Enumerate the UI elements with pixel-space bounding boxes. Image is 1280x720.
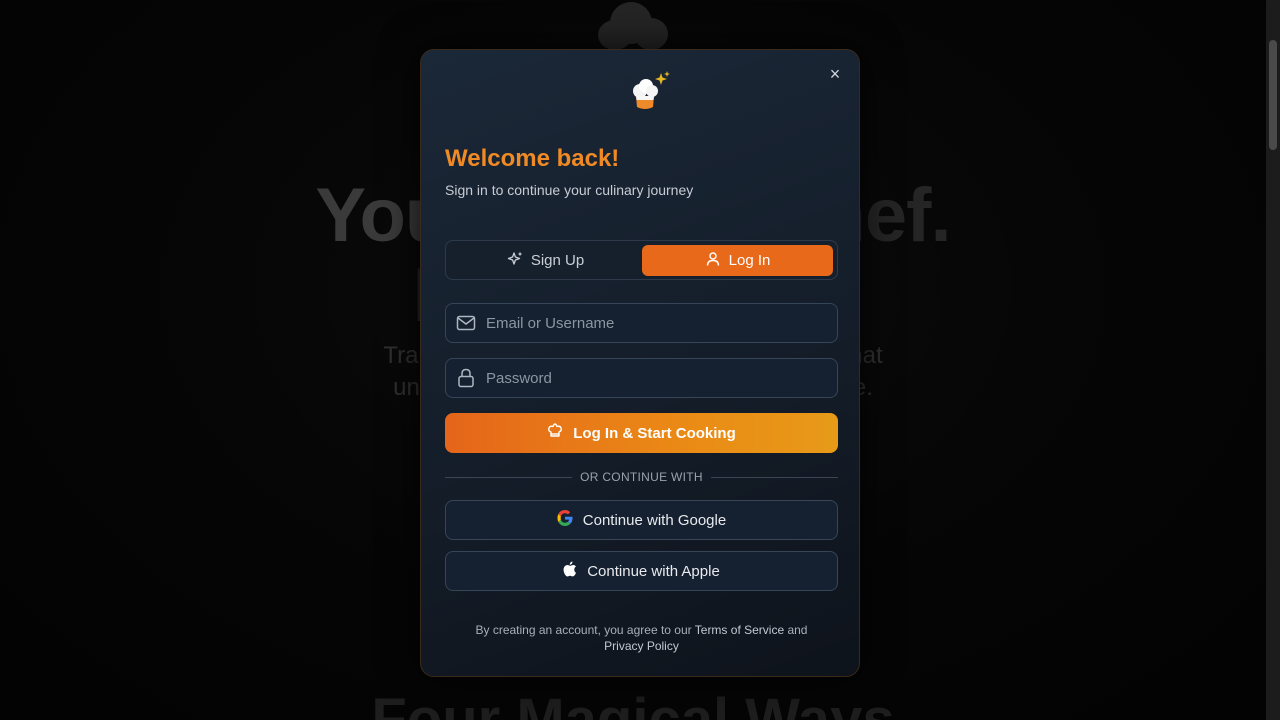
tab-sign-up[interactable]: Sign Up [450, 245, 641, 276]
lock-icon [446, 358, 486, 398]
auth-mode-toggle: Sign Up Log In [445, 240, 838, 280]
google-icon [557, 510, 573, 530]
modal-title: Welcome back! [445, 145, 620, 172]
chef-hat-icon [547, 423, 563, 443]
submit-label: Log In & Start Cooking [573, 424, 736, 442]
divider-text: OR CONTINUE WITH [580, 470, 703, 484]
tab-sign-up-label: Sign Up [530, 252, 585, 269]
continue-with-google-button[interactable]: Continue with Google [445, 500, 838, 540]
divider-line-left [445, 476, 573, 478]
terms-of-service-link[interactable]: Terms of Service [695, 623, 784, 637]
modal-subtitle: Sign in to continue your culinary journe… [445, 182, 694, 198]
terms-notice: By creating an account, you agree to our… [461, 622, 822, 654]
email-field[interactable] [445, 303, 838, 343]
email-input[interactable] [486, 314, 826, 332]
google-label: Continue with Google [582, 511, 727, 529]
mail-icon [446, 303, 486, 343]
user-icon [705, 251, 721, 271]
sparkle-icon [507, 251, 523, 271]
page-scrollbar[interactable] [1266, 0, 1280, 720]
privacy-policy-link[interactable]: Privacy Policy [604, 639, 679, 653]
scrollbar-thumb[interactable] [1269, 40, 1277, 150]
password-field[interactable] [445, 358, 838, 398]
log-in-start-cooking-button[interactable]: Log In & Start Cooking [445, 413, 838, 453]
terms-prefix: By creating an account, you agree to our [475, 623, 695, 637]
apple-icon [563, 561, 577, 581]
divider-line-right [710, 476, 839, 478]
or-divider: OR CONTINUE WITH [445, 469, 839, 485]
auth-modal: × Welcome back! Sign in to continue your… [420, 49, 860, 677]
chef-hat-sparkle-icon [626, 69, 672, 113]
password-input[interactable] [486, 369, 826, 387]
apple-label: Continue with Apple [587, 562, 720, 580]
continue-with-apple-button[interactable]: Continue with Apple [445, 551, 838, 591]
tab-log-in[interactable]: Log In [642, 245, 833, 276]
tab-log-in-label: Log In [728, 252, 771, 269]
close-button[interactable]: × [827, 65, 843, 83]
terms-and: and [784, 623, 808, 637]
